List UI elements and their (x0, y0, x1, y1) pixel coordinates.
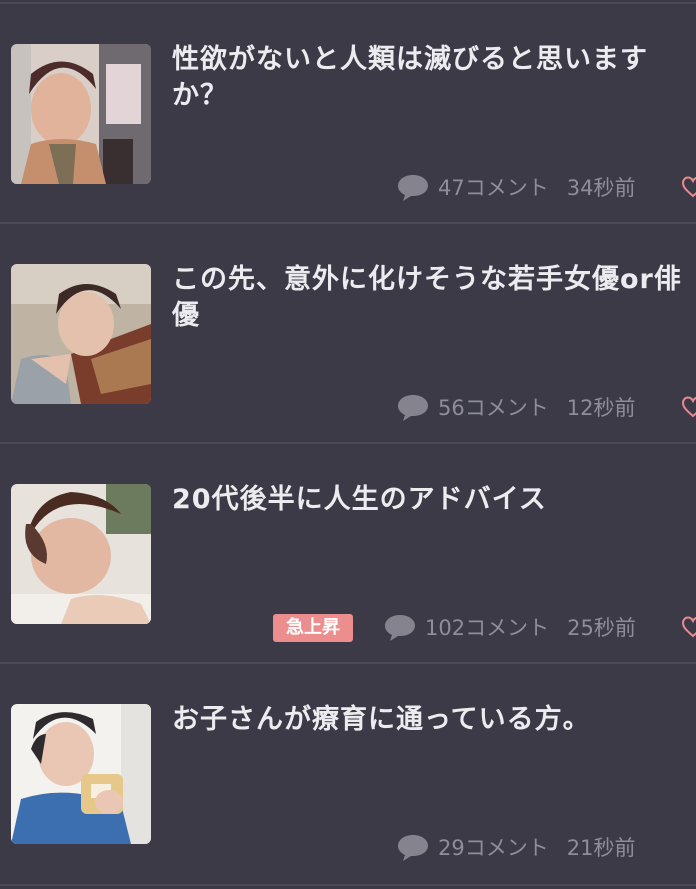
posted-time: 21秒前 (566, 836, 636, 860)
comment-count: 56コメント (438, 396, 549, 420)
heart-outline-icon[interactable] (681, 176, 696, 198)
comment-count: 47コメント (438, 176, 549, 200)
comment-count: 29コメント (438, 836, 549, 860)
topic-feed: 性欲がないと人類は滅びると思います か？ 47コメント 34秒前 この先、意外に… (0, 0, 696, 889)
posted-time: 12秒前 (566, 396, 636, 420)
heart-outline-icon[interactable] (681, 616, 696, 638)
topic-thumbnail[interactable] (11, 44, 151, 184)
thumbnail-photo-2 (11, 264, 151, 404)
topic-item-2[interactable]: この先、意外に化けそうな若手女優or俳 優 56コメント 12秒前 (0, 224, 696, 442)
comment-count: 102コメント (425, 616, 550, 640)
topic-title[interactable]: お子さんが療育に通っている方。 (172, 702, 696, 738)
heart-outline-icon[interactable] (681, 396, 696, 418)
comment-bubble-icon (396, 832, 430, 862)
comment-bubble-icon (396, 172, 430, 202)
thumbnail-photo-1 (11, 44, 151, 184)
divider (0, 884, 696, 886)
topic-thumbnail[interactable] (11, 704, 151, 844)
topic-item-4[interactable]: お子さんが療育に通っている方。 29コメント 21秒前 (0, 664, 696, 882)
thumbnail-photo-3 (11, 484, 151, 624)
comment-bubble-icon (383, 612, 417, 642)
topic-title[interactable]: 20代後半に人生のアドバイス (172, 482, 696, 518)
topic-item-1[interactable]: 性欲がないと人類は滅びると思います か？ 47コメント 34秒前 (0, 4, 696, 222)
topic-title[interactable]: 性欲がないと人類は滅びると思います か？ (172, 42, 696, 114)
topic-meta: 56コメント 12秒前 (396, 392, 635, 422)
comment-bubble-icon (396, 392, 430, 422)
trending-badge: 急上昇 (273, 614, 353, 642)
topic-meta: 102コメント 25秒前 (383, 612, 636, 642)
topic-meta: 29コメント 21秒前 (396, 832, 635, 862)
posted-time: 34秒前 (566, 176, 636, 200)
thumbnail-photo-4 (11, 704, 151, 844)
topic-thumbnail[interactable] (11, 264, 151, 404)
topic-title[interactable]: この先、意外に化けそうな若手女優or俳 優 (172, 262, 696, 334)
posted-time: 25秒前 (567, 616, 636, 640)
topic-meta: 47コメント 34秒前 (396, 172, 635, 202)
topic-thumbnail[interactable] (11, 484, 151, 624)
